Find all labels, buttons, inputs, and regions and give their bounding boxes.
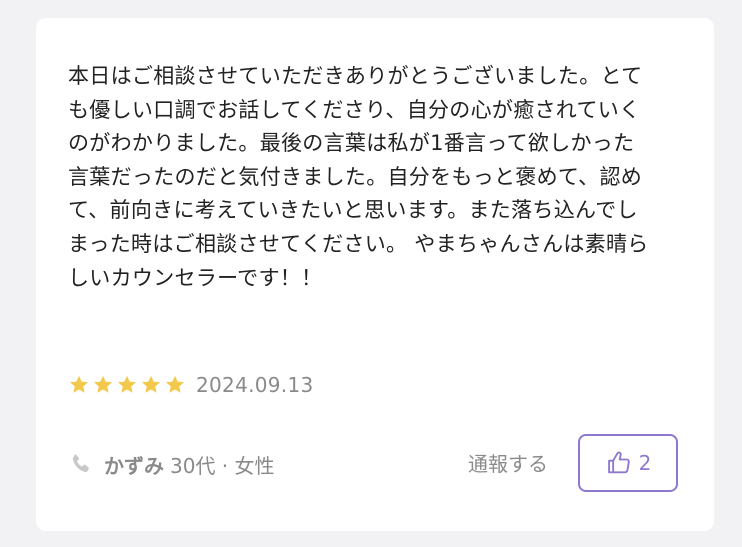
review-body: 本日はご相談させていただきありがとうございました。とて も優しい口調でお話してく… <box>68 60 688 295</box>
thumbs-up-icon <box>607 451 630 474</box>
review-body-line: 言葉だったのだと気付きました。自分をもっと褒めて、認め <box>68 164 643 189</box>
review-card: 本日はご相談させていただきありがとうございました。とて も優しい口調でお話してく… <box>36 18 714 531</box>
star-icon <box>70 375 88 393</box>
like-button[interactable]: 2 <box>578 434 678 492</box>
review-body-line: しいカウンセラーです！！ <box>68 265 323 290</box>
review-body-line: 本日はご相談させていただきありがとうございました。とて <box>68 64 643 88</box>
star-icon <box>118 375 136 393</box>
star-icon <box>142 375 160 393</box>
phone-icon <box>72 454 89 473</box>
review-body-line: も優しい口調でお話してくださり、自分の心が癒されていく <box>68 97 641 122</box>
author-info: かずみ 30代 · 女性 <box>68 449 275 479</box>
report-link[interactable]: 通報する <box>468 449 548 479</box>
star-icon <box>94 375 112 393</box>
review-body-line: て、前向きに考えていきたいと思います。また落ち込んでし <box>68 198 638 223</box>
review-body-line: まった時はご相談させてください。 やまちゃんさんは素晴ら <box>68 231 649 256</box>
review-body-line: のがわかりました。最後の言葉は私が1番言って欲しかった <box>68 131 635 156</box>
author-name: かずみ <box>104 453 164 478</box>
rating-row: 2024.09.13 <box>68 370 314 400</box>
review-date: 2024.09.13 <box>196 373 314 397</box>
author-age-gender: 30代 · 女性 <box>170 453 275 478</box>
star-rating <box>68 374 186 396</box>
star-icon <box>166 375 184 393</box>
like-count: 2 <box>638 451 652 475</box>
